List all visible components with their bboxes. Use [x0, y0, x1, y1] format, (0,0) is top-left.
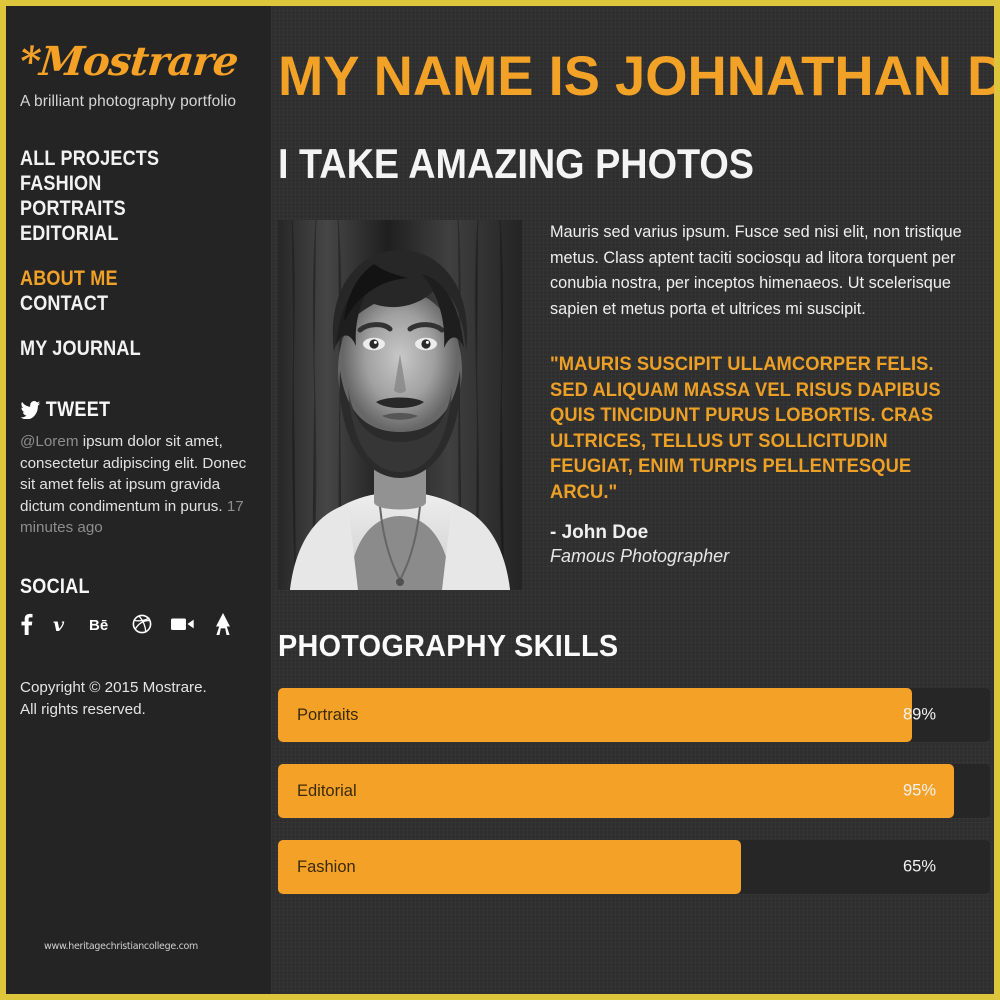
- sidebar-item-fashion[interactable]: FASHION: [20, 171, 224, 196]
- about-paragraph: Mauris sed varius ipsum. Fusce sed nisi …: [550, 223, 962, 318]
- skill-percent: 95%: [902, 781, 936, 800]
- svg-text:v: v: [53, 614, 65, 634]
- page-subtitle: I TAKE AMAZING PHOTOS: [278, 139, 755, 187]
- watermark-url: www.heritagechristiancollege.com: [44, 941, 198, 952]
- tweet-text: @Lorem ipsum dolor sit amet, consectetur…: [20, 431, 257, 539]
- tweet-widget: TWEET @Lorem ipsum dolor sit amet, conse…: [20, 398, 257, 539]
- social-heading-label: SOCIAL: [20, 574, 90, 598]
- sidebar-item-portraits[interactable]: PORTRAITS: [20, 196, 224, 221]
- skill-bar-fill: Portraits: [278, 688, 912, 743]
- pull-quote: "MAURIS SUSCIPIT ULLAMCORPER FELIS. SED …: [550, 353, 941, 503]
- social-heading: SOCIAL: [20, 575, 224, 599]
- skill-row: Editorial 95%: [278, 764, 990, 819]
- copyright-line-2: All rights reserved.: [20, 700, 146, 718]
- twitter-bird-icon: [20, 401, 41, 419]
- skill-label: Portraits: [297, 705, 359, 724]
- dribbble-icon[interactable]: [132, 613, 152, 635]
- social-links: v Bē: [20, 612, 257, 635]
- skills-chart: Portraits 89% Editorial 95% Fashion 65%: [278, 688, 994, 895]
- sidebar-item-contact[interactable]: CONTACT: [20, 291, 224, 316]
- site-logo[interactable]: *Mostrare: [18, 38, 259, 85]
- tweet-heading: TWEET: [20, 398, 224, 422]
- skill-label: Fashion: [297, 857, 356, 876]
- sidebar-item-about-me[interactable]: ABOUT ME: [20, 266, 224, 291]
- skill-percent: 65%: [902, 857, 936, 876]
- main-navigation: ALL PROJECTS FASHION PORTRAITS EDITORIAL…: [20, 146, 257, 361]
- sidebar-item-my-journal[interactable]: MY JOURNAL: [20, 336, 224, 361]
- svg-text:Bē: Bē: [89, 617, 108, 634]
- site-tagline: A brilliant photography portfolio: [20, 93, 237, 110]
- forrst-icon[interactable]: [214, 612, 232, 635]
- sidebar-item-all-projects[interactable]: ALL PROJECTS: [20, 146, 224, 171]
- page-title: MY NAME IS JOHNATHAN DOE: [278, 44, 994, 107]
- skills-heading: PHOTOGRAPHY SKILLS: [278, 628, 619, 664]
- copyright: Copyright © 2015 Mostrare. All rights re…: [20, 677, 257, 721]
- facebook-icon[interactable]: [20, 613, 33, 635]
- skill-row: Fashion 65%: [278, 840, 990, 895]
- nav-spacer-2: [20, 316, 257, 336]
- about-text-column: Mauris sed varius ipsum. Fusce sed nisi …: [550, 220, 994, 590]
- vimeo-icon[interactable]: v: [52, 613, 70, 635]
- sidebar: *Mostrare A brilliant photography portfo…: [6, 6, 271, 994]
- page-root: *Mostrare A brilliant photography portfo…: [0, 0, 1000, 1000]
- quote-author: - John Doe: [550, 522, 649, 544]
- skill-label: Editorial: [297, 781, 357, 800]
- skill-row: Portraits 89%: [278, 688, 990, 743]
- behance-icon[interactable]: Bē: [89, 613, 113, 635]
- skill-percent: 89%: [902, 705, 936, 724]
- quote-role: Famous Photographer: [550, 546, 730, 567]
- social-widget: SOCIAL v Bē: [20, 575, 257, 635]
- sidebar-item-editorial[interactable]: EDITORIAL: [20, 221, 224, 246]
- tweet-handle[interactable]: @Lorem: [20, 433, 78, 450]
- video-camera-icon[interactable]: [171, 613, 195, 635]
- main-content: MY NAME IS JOHNATHAN DOE I TAKE AMAZING …: [271, 6, 994, 994]
- tweet-heading-label: TWEET: [45, 398, 111, 421]
- copyright-line-1: Copyright © 2015 Mostrare.: [20, 678, 207, 696]
- skill-bar-fill: Editorial: [278, 764, 955, 819]
- portrait-photo: [278, 220, 522, 591]
- skill-bar-fill: Fashion: [278, 840, 741, 895]
- about-section: Mauris sed varius ipsum. Fusce sed nisi …: [278, 220, 994, 591]
